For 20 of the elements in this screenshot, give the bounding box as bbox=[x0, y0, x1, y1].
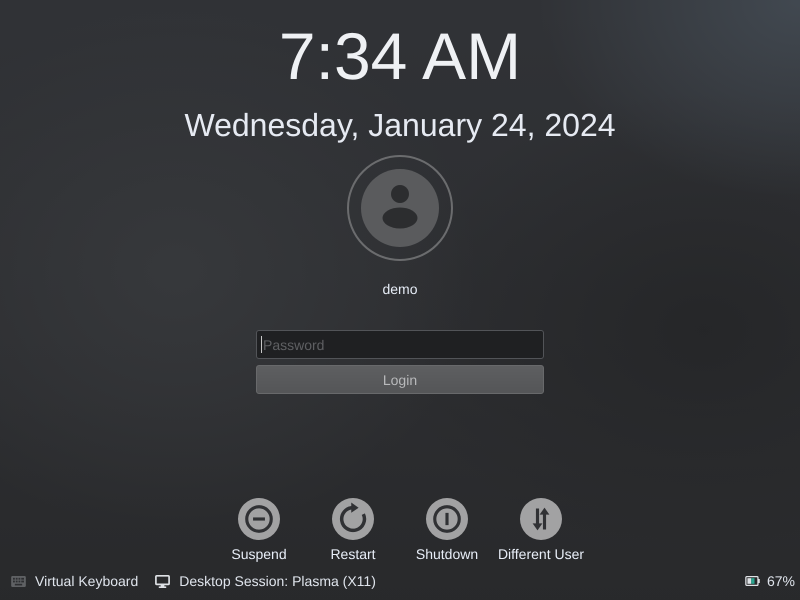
user-avatar-icon bbox=[347, 155, 453, 261]
virtual-keyboard-button[interactable]: Virtual Keyboard bbox=[11, 573, 138, 589]
switch-user-button[interactable]: Different User bbox=[496, 498, 586, 564]
user-name: demo bbox=[382, 280, 418, 299]
login-button[interactable]: Login bbox=[256, 365, 544, 394]
power-icon bbox=[426, 498, 468, 540]
password-field[interactable]: Password bbox=[256, 330, 544, 359]
minus-circle-icon bbox=[238, 498, 280, 540]
restart-button[interactable]: Restart bbox=[308, 498, 398, 564]
clock-date: Wednesday, January 24, 2024 bbox=[184, 106, 616, 145]
shutdown-button[interactable]: Shutdown bbox=[402, 498, 492, 564]
up-down-arrows-icon bbox=[520, 498, 562, 540]
battery-percentage: 67% bbox=[766, 573, 795, 589]
keyboard-icon bbox=[11, 576, 26, 586]
session-selector[interactable]: Desktop Session: Plasma (X11) bbox=[155, 573, 376, 589]
battery-icon bbox=[744, 576, 760, 586]
clock-time: 7:34 AM bbox=[278, 18, 522, 95]
suspend-button[interactable]: Suspend bbox=[214, 498, 304, 564]
monitor-icon bbox=[155, 574, 170, 588]
text-cursor bbox=[261, 336, 262, 353]
